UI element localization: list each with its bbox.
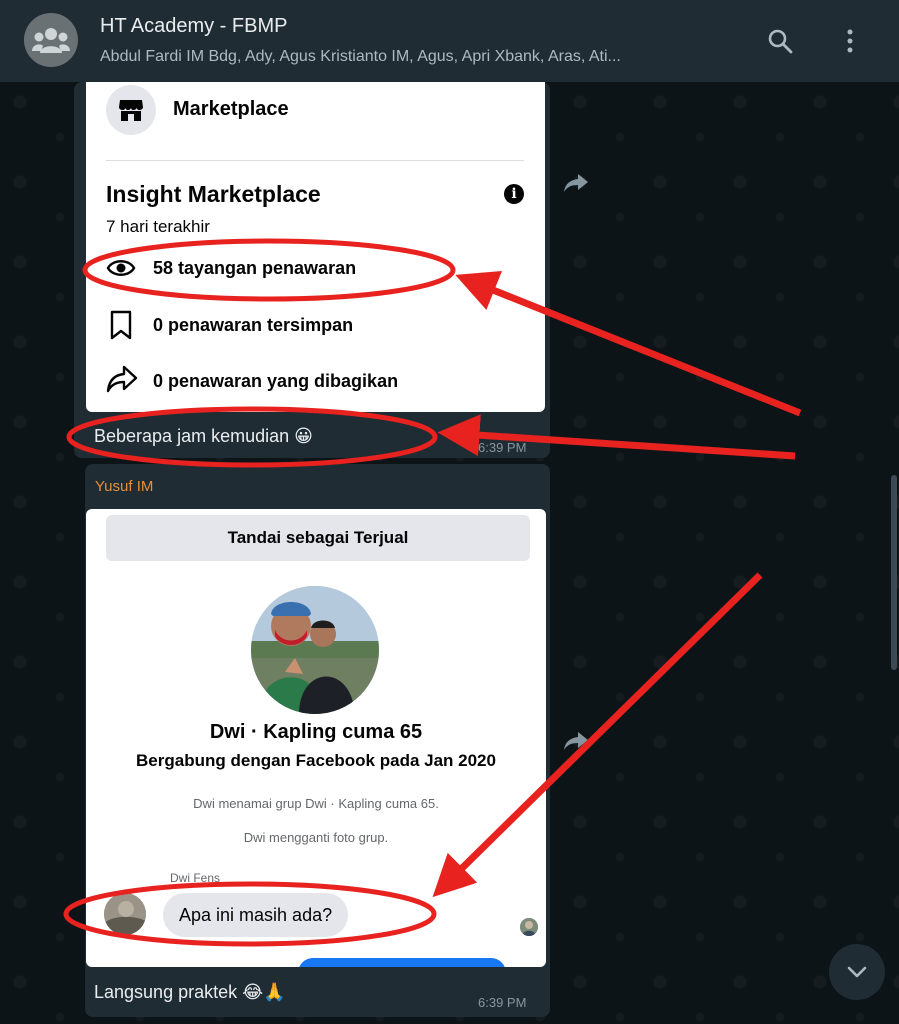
highlight-ellipse-caption [66,406,438,468]
scroll-to-bottom-button[interactable] [829,944,885,1000]
chevron-down-icon [847,966,867,978]
arrow-to-views [455,271,802,417]
arrow-to-caption [437,414,796,460]
scrollbar[interactable] [891,475,897,670]
arrow-to-message [432,572,763,898]
highlight-ellipse-views [82,238,456,302]
highlight-ellipse-message [63,881,437,947]
red-annotation-overlay [63,238,802,947]
